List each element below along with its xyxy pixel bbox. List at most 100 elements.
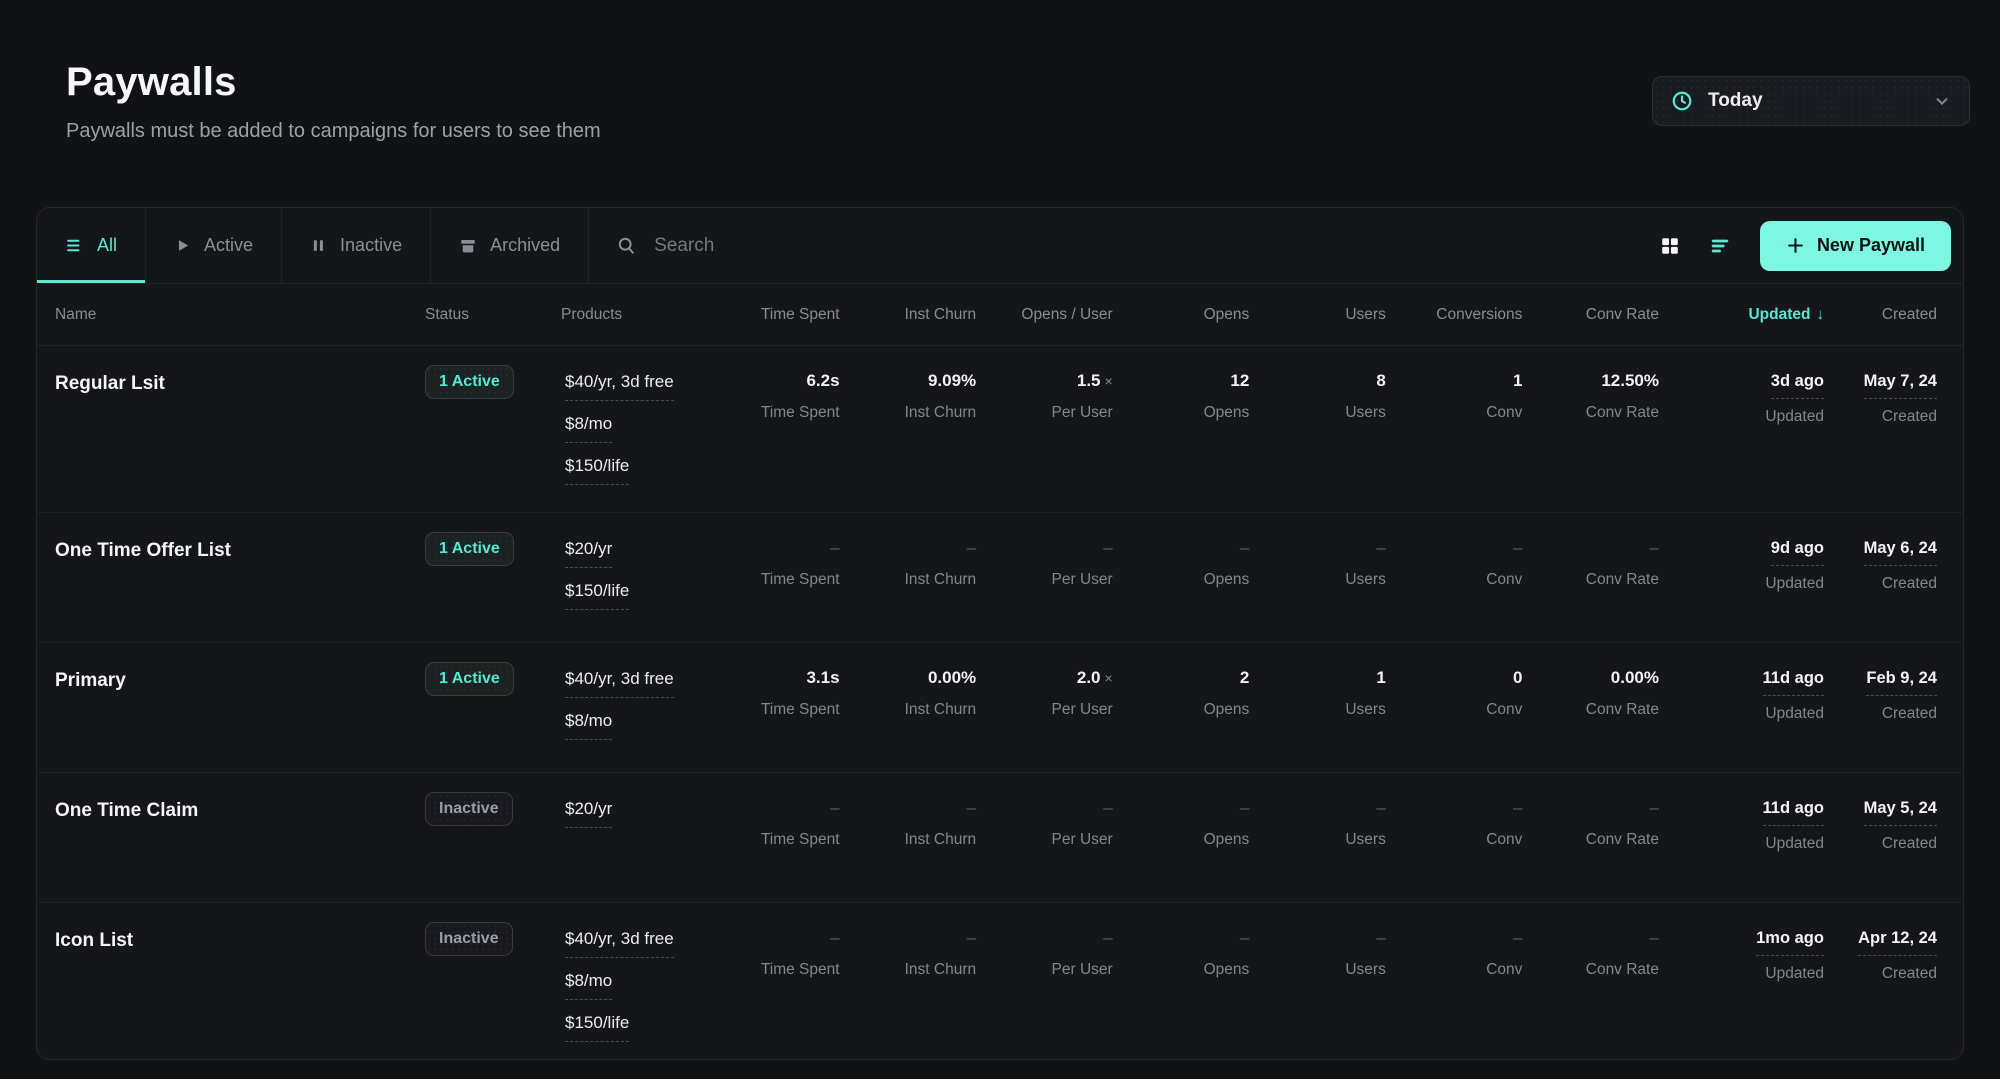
search-input[interactable] [654,235,1632,257]
view-toggles [1659,208,1760,283]
tab-inactive-label: Inactive [340,235,402,256]
product-link[interactable]: $150/life [565,1013,629,1042]
metric-users: –Users [1253,539,1390,589]
date-range-dropdown[interactable]: Today [1652,76,1970,126]
created-value[interactable]: May 5, 24 [1864,799,1937,826]
metric-per-user: –Per User [980,799,1117,849]
status-badge: Inactive [425,792,513,826]
table-row[interactable]: One Time Offer List1 Active$20/yr$150/li… [37,513,1963,643]
column-header-users[interactable]: Users [1253,306,1390,324]
metric-label: Opens [1121,404,1250,422]
metric-label: Per User [984,701,1113,719]
product-link[interactable]: $150/life [565,456,629,485]
paywall-name: Regular Lsit [37,372,421,397]
table-row[interactable]: Regular Lsit1 Active $40/yr, 3d free $8/mo… [37,346,1963,513]
metric-value: – [984,539,1113,558]
table-row[interactable]: Icon ListInactive$40/yr, 3d free$8/mo$15… [37,903,1963,1060]
updated-value[interactable]: 11d ago [1763,799,1824,826]
created-label: Created [1832,705,1937,723]
metric-inst-churn: –Inst Churn [844,539,981,589]
created-value[interactable]: Apr 12, 24 [1858,929,1937,956]
status-cell: Inactive [421,922,557,956]
column-header-opens[interactable]: Opens [1117,306,1254,324]
metric-opens: –Opens [1117,539,1254,589]
created-value[interactable]: May 6, 24 [1864,539,1937,566]
column-header-opens-user[interactable]: Opens / User [980,306,1117,324]
paywall-name: One Time Offer List [37,539,421,564]
metric-value: 12 [1121,372,1250,391]
metric-label: Users [1257,701,1386,719]
metric-value: – [1394,799,1523,818]
status-badge: 1 Active [425,365,514,399]
tab-inactive[interactable]: Inactive [282,208,431,283]
column-header-conversions[interactable]: Conversions [1390,306,1527,324]
list-view-button[interactable] [1708,235,1732,257]
metric-label: Time Spent [711,404,840,422]
tab-active[interactable]: Active [146,208,282,283]
column-header-label: Opens / User [1021,306,1112,323]
product-link[interactable]: $20/yr [565,799,612,828]
product-link[interactable]: $20/yr [565,539,612,568]
metric-label: Conv [1394,701,1523,719]
metric-value: 1 [1257,669,1386,688]
metric-label: Inst Churn [848,571,977,589]
product-link[interactable]: $150/life [565,581,629,610]
product-link[interactable]: $8/mo [565,711,612,740]
metric-label: Conv Rate [1530,404,1659,422]
metric-value: – [848,929,977,948]
metric-label: Time Spent [711,831,840,849]
table-row[interactable]: One Time ClaimInactive$20/yr–Time Spent–… [37,773,1963,903]
column-header-inst-churn[interactable]: Inst Churn [844,306,981,324]
metric-value: – [711,799,840,818]
updated-value[interactable]: 9d ago [1771,539,1824,566]
metric-users: –Users [1253,799,1390,849]
metric-value: 6.2s [711,372,840,391]
column-header-conv-rate[interactable]: Conv Rate [1526,306,1663,324]
updated-value[interactable]: 11d ago [1763,669,1824,696]
column-header-products[interactable]: Products [557,306,707,324]
tab-all-label: All [97,235,117,256]
products-cell: $20/yr $150/life [557,539,707,623]
table-row[interactable]: Primary1 Active$40/yr, 3d free$8/mo3.1sT… [37,643,1963,773]
pause-icon [310,237,327,254]
column-header-status[interactable]: Status [421,306,557,324]
created-cell: May 7, 24Created [1828,372,1963,426]
metric-conv-rate: –Conv Rate [1526,799,1663,849]
metric-value: 12.50% [1530,372,1659,391]
page-header: Paywalls Paywalls must be added to campa… [0,0,2000,143]
grid-view-button[interactable] [1659,235,1681,257]
metric-label: Per User [984,571,1113,589]
product-link[interactable]: $40/yr, 3d free [565,669,674,698]
metric-label: Users [1257,831,1386,849]
column-header-time-spent[interactable]: Time Spent [707,306,844,324]
column-header-created[interactable]: Created [1828,306,1963,324]
product-link[interactable]: $8/mo [565,971,612,1000]
created-value[interactable]: Feb 9, 24 [1866,669,1937,696]
metric-conv: –Conv [1390,799,1527,849]
product-link[interactable]: $40/yr, 3d free [565,929,674,958]
column-header-label: Status [425,306,469,323]
created-cell: May 5, 24Created [1828,799,1963,853]
column-header-name[interactable]: Name [37,306,421,324]
new-paywall-button[interactable]: New Paywall [1760,221,1951,271]
multiplier-suffix: × [1105,373,1113,389]
column-header-label: Opens [1204,306,1250,323]
product-link[interactable]: $8/mo [565,414,612,443]
metric-label: Users [1257,961,1386,979]
product-link[interactable]: $40/yr, 3d free [565,372,674,401]
metric-value: – [1121,799,1250,818]
created-value[interactable]: May 7, 24 [1864,372,1937,399]
updated-value[interactable]: 1mo ago [1756,929,1824,956]
tab-all[interactable]: All [37,208,146,283]
metric-time-spent: – Time Spent [707,799,844,849]
metric-value: 9.09% [848,372,977,391]
metric-label: Inst Churn [848,961,977,979]
tab-archived[interactable]: Archived [431,208,589,283]
metric-conv: 1Conv [1390,372,1527,422]
metric-users: –Users [1253,929,1390,979]
metric-value: – [1394,539,1523,558]
column-header-label: Updated [1748,306,1810,323]
metric-label: Inst Churn [848,404,977,422]
column-header-updated[interactable]: Updated↓ [1663,306,1828,324]
updated-value[interactable]: 3d ago [1771,372,1824,399]
